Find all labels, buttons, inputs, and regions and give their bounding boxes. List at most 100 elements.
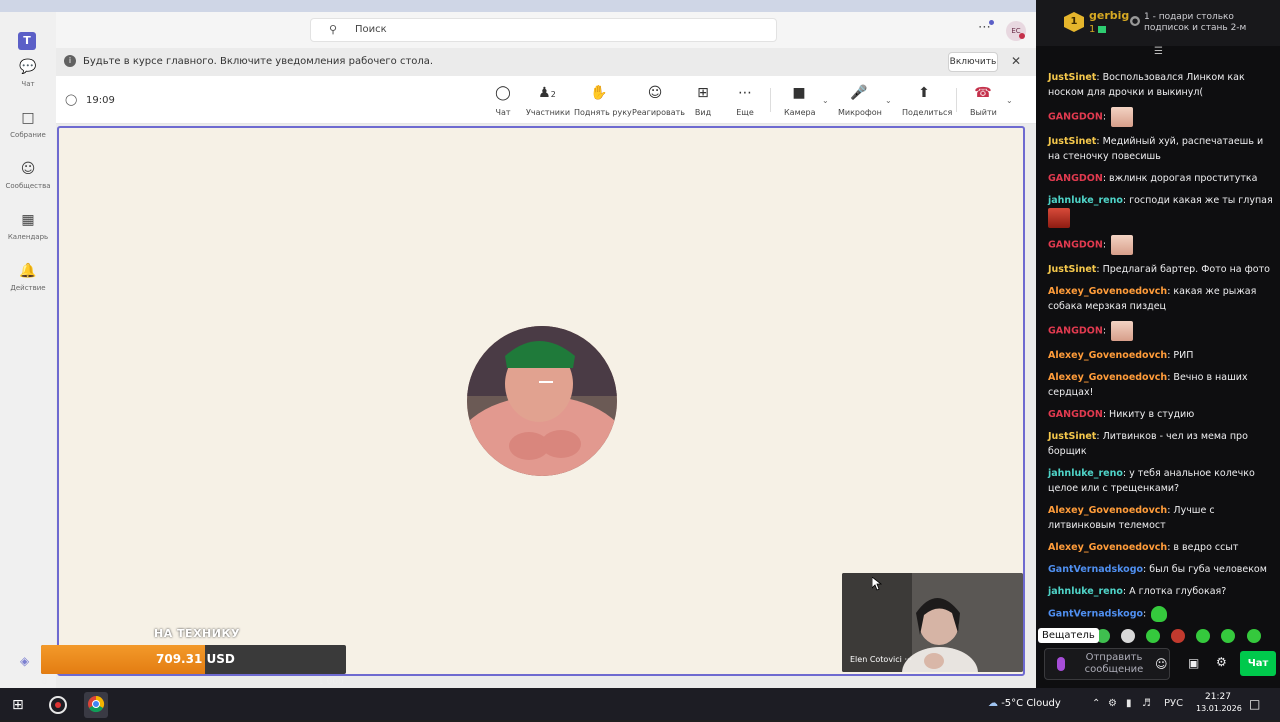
chat-username[interactable]: JustSinet	[1048, 264, 1096, 275]
rail-item-communities[interactable]: ☺ Сообщества	[0, 160, 56, 190]
banner-text: Будьте в курсе главного. Включите уведом…	[83, 56, 434, 67]
weather-widget[interactable]: ☁ -5°C Cloudy	[988, 698, 1061, 709]
close-icon[interactable]: ✕	[1011, 54, 1021, 68]
tooltip: Вещатель	[1038, 628, 1099, 643]
taskbar-clock[interactable]: 21:27 13.01.2026	[1196, 692, 1242, 713]
search-input[interactable]: ⚲ Поиск	[310, 18, 777, 42]
gift-sub-icon	[1098, 26, 1106, 33]
meeting-timer: 19:09	[86, 95, 115, 106]
chevron-down-icon[interactable]: ⌄	[885, 96, 892, 105]
emote-icon[interactable]	[1246, 628, 1261, 643]
chevron-up-icon[interactable]: ⌃	[1092, 698, 1100, 709]
tool-more[interactable]: ⋯ Еще	[734, 84, 756, 117]
chat-message: GANGDON:	[1048, 321, 1274, 341]
emote-icon[interactable]	[1121, 628, 1136, 643]
tool-leave[interactable]: ☎ Выйти	[970, 84, 997, 117]
chat-username[interactable]: Alexey_Govenoedovch	[1048, 542, 1167, 553]
chat-username[interactable]: GANGDON	[1048, 173, 1103, 184]
browser-tab-strip	[0, 0, 1036, 12]
chat-username[interactable]: GANGDON	[1048, 326, 1103, 337]
collapse-icon[interactable]: ☰	[1154, 46, 1163, 57]
chat-username[interactable]: GantVernadskogo	[1048, 609, 1143, 620]
chat-username[interactable]: Alexey_Govenoedovch	[1048, 372, 1167, 383]
calendar-icon: ▦	[21, 212, 35, 228]
emote-icon[interactable]	[1221, 628, 1236, 643]
tool-microphone[interactable]: 🎤 Микрофон	[838, 84, 882, 117]
chat-message-list: JustSinet: Воспользовался Линком как нос…	[1048, 70, 1274, 629]
more-icon: ⋯	[738, 85, 752, 101]
leaderboard-user[interactable]: gerbig	[1089, 9, 1129, 22]
battery-icon[interactable]: ▮	[1126, 698, 1132, 709]
enable-notifications-button[interactable]: Включить	[948, 52, 998, 72]
tool-label: Микрофон	[838, 108, 882, 117]
diamond-icon: ◈	[20, 654, 30, 668]
chat-icon: 💬	[19, 59, 37, 75]
chat-username[interactable]: Alexey_Govenoedovch	[1048, 350, 1167, 361]
rail-item-calendar[interactable]: ▦ Календарь	[0, 211, 56, 241]
tool-label: Поделиться	[902, 108, 953, 117]
notification-banner: i Будьте в курсе главного. Включите увед…	[56, 48, 1036, 76]
tool-view[interactable]: ⊞ Вид	[692, 84, 714, 117]
rail-item-meeting[interactable]: □ Собрание	[0, 109, 56, 139]
self-camera-tile[interactable]: Elen Cotovici ···	[842, 573, 1023, 672]
chat-username[interactable]: JustSinet	[1048, 431, 1096, 442]
chat-message: GANGDON:	[1048, 235, 1274, 255]
stream-chat: 1 gerbig 1 ● 1 - подари столько подписок…	[1036, 0, 1280, 688]
chevron-down-icon[interactable]: ⌄	[822, 96, 829, 105]
app-tray-icon[interactable]: ⚙	[1108, 698, 1117, 709]
rail-item-chat[interactable]: 💬 Чат	[0, 58, 56, 88]
chat-message: jahnluke_reno: у тебя анальное колечко ц…	[1048, 468, 1255, 494]
gift-icon[interactable]: ▣	[1188, 656, 1199, 670]
tool-participants[interactable]: ♟2 Участники	[526, 84, 571, 117]
mouse-cursor-icon	[871, 576, 883, 595]
donation-min: 0	[42, 677, 48, 686]
chat-message: GantVernadskogo: был бы губа человеком	[1048, 564, 1267, 575]
donation-amount: 709.31 USD	[156, 652, 235, 666]
rail-item-activity[interactable]: 🔔 Действие	[0, 262, 56, 292]
more-options-icon[interactable]: ⋯	[978, 20, 991, 35]
emote-bar	[1096, 625, 1280, 662]
notification-center-icon[interactable]: □	[1249, 697, 1260, 711]
chat-username[interactable]: GANGDON	[1048, 240, 1103, 251]
teams-window: T 💬 Чат □ Собрание ☺ Сообщества ▦ Календ…	[0, 0, 1036, 688]
tool-react[interactable]: ☺ Реагировать	[632, 84, 685, 117]
tool-share[interactable]: ⬆ Поделиться	[902, 84, 953, 117]
emoji-icon[interactable]: ☺	[1155, 657, 1168, 671]
rail-label: Чат	[21, 80, 35, 88]
chevron-down-icon[interactable]: ⌄	[1006, 96, 1013, 105]
chat-username[interactable]: JustSinet	[1048, 136, 1096, 147]
chat-username[interactable]: Alexey_Govenoedovch	[1048, 505, 1167, 516]
windows-start-icon[interactable]: ⊞	[12, 697, 24, 713]
chat-username[interactable]: JustSinet	[1048, 72, 1096, 83]
taskbar-active-app[interactable]	[84, 692, 108, 718]
chat-username[interactable]: GANGDON	[1048, 112, 1103, 123]
presence-status-dot	[1019, 33, 1025, 39]
send-chat-button[interactable]: Чат	[1240, 651, 1276, 676]
toolbar-divider	[956, 88, 957, 112]
emote-icon[interactable]	[1171, 628, 1186, 643]
chat-message: GANGDON: Никиту в студию	[1048, 409, 1195, 420]
chat-message-input[interactable]: Отправить сообщение ☺	[1044, 648, 1170, 680]
tool-label: Участники	[526, 108, 571, 117]
emote-icon[interactable]	[1196, 628, 1211, 643]
chat-username[interactable]: jahnluke_reno	[1048, 195, 1123, 206]
leaderboard-count: 1	[1089, 24, 1096, 35]
language-indicator[interactable]: РУС	[1164, 698, 1183, 709]
chat-username[interactable]: Alexey_Govenoedovch	[1048, 286, 1167, 297]
chat-username[interactable]: jahnluke_reno	[1048, 468, 1123, 479]
emote-icon	[1048, 208, 1070, 228]
chat-username[interactable]: jahnluke_reno	[1048, 586, 1123, 597]
gear-icon[interactable]: ⚙	[1216, 655, 1227, 669]
emote-icon[interactable]	[1146, 628, 1161, 643]
taskbar-app-icon[interactable]	[46, 694, 70, 716]
tool-chat[interactable]: ◯ Чат	[493, 84, 513, 117]
tool-camera[interactable]: ■ Камера	[784, 84, 816, 117]
emote-icon	[1151, 606, 1168, 622]
microphone-icon[interactable]	[1057, 657, 1065, 671]
communities-icon: ☺	[20, 161, 36, 177]
chat-username[interactable]: GANGDON	[1048, 409, 1103, 420]
tool-raise-hand[interactable]: ✋ Поднять руку	[574, 84, 632, 117]
chat-username[interactable]: GantVernadskogo	[1048, 564, 1143, 575]
volume-icon[interactable]: ♬	[1142, 698, 1151, 709]
chat-message: Alexey_Govenoedovch: какая же рыжая соба…	[1048, 286, 1257, 312]
